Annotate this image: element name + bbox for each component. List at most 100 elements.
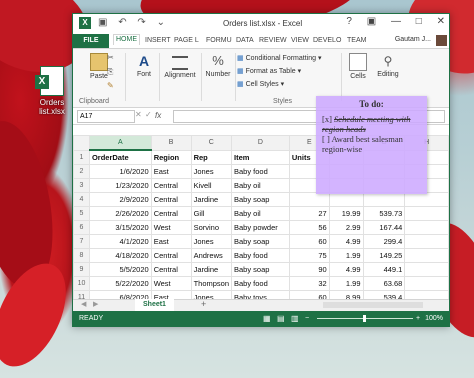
maximize-button[interactable]: □ xyxy=(416,16,422,27)
desktop-file-icon[interactable]: X Orders list.xlsx xyxy=(35,66,68,116)
cell[interactable]: Jardine xyxy=(190,262,233,277)
zoom-slider-thumb[interactable] xyxy=(363,315,366,322)
cell[interactable] xyxy=(328,192,364,207)
column-header[interactable]: A xyxy=(88,135,152,151)
cell[interactable]: 167.44 xyxy=(362,220,406,235)
tab-page-layout[interactable]: PAGE L xyxy=(174,37,199,44)
cell[interactable]: 299.4 xyxy=(362,234,406,249)
ribbon-display-icon[interactable]: ▣ xyxy=(367,16,376,27)
cell[interactable] xyxy=(404,206,449,221)
row-header[interactable]: 6 xyxy=(73,220,90,235)
number-button[interactable]: % Number xyxy=(203,51,233,78)
cell[interactable]: 3/15/2020 xyxy=(88,220,152,235)
cell[interactable]: 539.73 xyxy=(362,206,406,221)
cell[interactable]: Jones xyxy=(190,164,233,179)
page-layout-view-icon[interactable]: ▤ xyxy=(277,311,285,326)
column-header[interactable]: D xyxy=(231,135,290,151)
insert-function-icon[interactable]: fx xyxy=(155,111,161,120)
cell[interactable]: 19.99 xyxy=(328,206,364,221)
select-all-corner[interactable] xyxy=(73,135,90,151)
cell[interactable]: 32 xyxy=(288,276,330,291)
cell[interactable]: 27 xyxy=(288,206,330,221)
editing-button[interactable]: ⚲ Editing xyxy=(373,51,403,78)
cell[interactable] xyxy=(404,192,449,207)
cell[interactable]: 149.25 xyxy=(362,248,406,263)
customize-qat-icon[interactable]: ⌄ xyxy=(157,17,165,28)
cell[interactable]: Baby soap xyxy=(231,192,290,207)
tab-developer[interactable]: DEVELO xyxy=(313,37,341,44)
cell[interactable]: Baby soap xyxy=(231,262,290,277)
row-header[interactable]: 2 xyxy=(73,164,90,179)
tab-team[interactable]: TEAM xyxy=(347,37,366,44)
cell[interactable]: Central xyxy=(150,262,192,277)
tab-formulas[interactable]: FORMU xyxy=(206,37,232,44)
cell[interactable]: 90 xyxy=(288,262,330,277)
cell[interactable]: Central xyxy=(150,178,192,193)
cell[interactable]: 56 xyxy=(288,220,330,235)
zoom-in-icon[interactable]: + xyxy=(416,311,420,326)
redo-icon[interactable]: ↷ xyxy=(137,17,145,28)
row-header[interactable]: 4 xyxy=(73,192,90,207)
cell[interactable]: 1/23/2020 xyxy=(88,178,152,193)
cell[interactable]: East xyxy=(150,234,192,249)
cell[interactable] xyxy=(404,220,449,235)
confirm-entry-icon[interactable]: ✓ xyxy=(145,110,152,119)
cell[interactable] xyxy=(404,248,449,263)
cell[interactable]: 2/26/2020 xyxy=(88,206,152,221)
cell[interactable]: Baby oil xyxy=(231,178,290,193)
cell[interactable]: West xyxy=(150,276,192,291)
name-box[interactable]: A17 xyxy=(77,110,135,123)
cell[interactable]: 1/6/2020 xyxy=(88,164,152,179)
cell[interactable]: Central xyxy=(150,206,192,221)
close-button[interactable]: ✕ xyxy=(437,16,445,27)
cell[interactable]: West xyxy=(150,220,192,235)
cell[interactable]: 5/5/2020 xyxy=(88,262,152,277)
zoom-out-icon[interactable]: − xyxy=(305,311,309,326)
cell[interactable]: 75 xyxy=(288,248,330,263)
cut-icon[interactable]: ✂ xyxy=(107,53,114,62)
minimize-button[interactable]: — xyxy=(391,16,401,27)
row-header[interactable]: 1 xyxy=(73,149,90,165)
cell[interactable] xyxy=(288,192,330,207)
cells-button[interactable]: Cells xyxy=(345,51,371,80)
cell[interactable]: 449.1 xyxy=(362,262,406,277)
cell[interactable]: Jardine xyxy=(190,192,233,207)
zoom-level[interactable]: 100% xyxy=(425,311,443,326)
cell[interactable]: Item xyxy=(231,149,290,165)
cell[interactable]: 63.68 xyxy=(362,276,406,291)
page-break-view-icon[interactable]: ▥ xyxy=(291,311,299,326)
cell[interactable]: 60 xyxy=(288,234,330,249)
cancel-entry-icon[interactable]: ✕ xyxy=(135,110,142,119)
cell[interactable]: 1.99 xyxy=(328,276,364,291)
row-header[interactable]: 8 xyxy=(73,248,90,263)
cell[interactable]: Central xyxy=(150,192,192,207)
sticky-note[interactable]: To do: [x] Schedule meeting with region … xyxy=(316,96,427,194)
tab-view[interactable]: VIEW xyxy=(291,37,309,44)
cell[interactable]: Baby oil xyxy=(231,206,290,221)
save-icon[interactable]: ▣ xyxy=(98,17,107,28)
cell[interactable]: 4.99 xyxy=(328,262,364,277)
cell[interactable]: 5/22/2020 xyxy=(88,276,152,291)
row-header[interactable]: 5 xyxy=(73,206,90,221)
cell[interactable]: OrderDate xyxy=(88,149,152,165)
column-header[interactable]: C xyxy=(190,135,233,151)
cell[interactable]: 2.99 xyxy=(328,220,364,235)
cell[interactable]: Baby food xyxy=(231,276,290,291)
column-header[interactable]: B xyxy=(150,135,192,151)
alignment-button[interactable]: Alignment xyxy=(161,51,199,79)
cell[interactable]: Thompson xyxy=(190,276,233,291)
undo-icon[interactable]: ↶ xyxy=(118,17,126,28)
font-button[interactable]: A Font xyxy=(131,51,157,78)
row-header[interactable]: 9 xyxy=(73,262,90,277)
cell[interactable] xyxy=(404,276,449,291)
cell[interactable]: Baby powder xyxy=(231,220,290,235)
cell[interactable]: Region xyxy=(150,149,192,165)
user-name[interactable]: Gautam J... xyxy=(395,36,431,43)
add-sheet-button[interactable]: + xyxy=(201,299,206,309)
row-header[interactable]: 3 xyxy=(73,178,90,193)
cell[interactable]: Kivell xyxy=(190,178,233,193)
cell[interactable]: 1.99 xyxy=(328,248,364,263)
row-header[interactable]: 7 xyxy=(73,234,90,249)
cell[interactable]: Jones xyxy=(190,234,233,249)
tab-insert[interactable]: INSERT xyxy=(145,37,171,44)
